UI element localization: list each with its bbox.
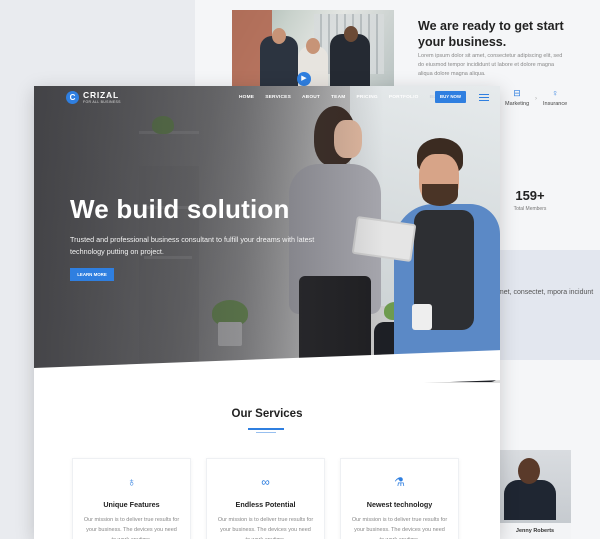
hero-section: C CRIZAL FOR ALL BUSINESS HOME SERVICES … [34, 86, 500, 383]
play-icon[interactable]: ▶ [297, 72, 311, 86]
service-description: Our mission is to deliver true results f… [351, 517, 448, 539]
service-description: Our mission is to deliver true results f… [217, 517, 314, 539]
buy-now-button[interactable]: BUY NOW [435, 91, 466, 103]
briefcase-icon: ⊟ [513, 88, 521, 98]
title-underline-secondary [256, 432, 276, 433]
logo-icon: C [66, 91, 79, 104]
service-card-endless-potential[interactable]: ∞ Endless Potential Our mission is to de… [206, 458, 325, 539]
service-name: Endless Potential [235, 500, 296, 509]
stat-label: Total Members [513, 206, 547, 212]
background-paragraph: Lorem ipsum dolor sit amet, consectetur … [418, 53, 563, 77]
band-text: amet, consectet, mpora incidunt [494, 289, 594, 296]
service-name: Newest technology [366, 500, 433, 509]
lightbulb-icon: ♀ [551, 88, 559, 98]
arrow-right-icon: › [535, 96, 537, 102]
background-heading: We are ready to get start your business. [418, 19, 564, 49]
team-photo [232, 10, 394, 86]
learn-more-button[interactable]: LEARN MORE [70, 268, 114, 281]
hamburger-menu-icon[interactable] [479, 94, 489, 101]
award-icon: ♁ [127, 475, 136, 489]
stat-total-members: 159+ Total Members [505, 188, 555, 212]
nav-pricing[interactable]: PRICING [356, 95, 377, 100]
feature-marketing: ⊟ Marketing [505, 88, 530, 107]
brand-name: CRIZAL [83, 90, 119, 100]
infinity-icon: ∞ [261, 475, 270, 489]
feature-insurance: ♀ Insurance [543, 88, 568, 107]
nav-about[interactable]: ABOUT [302, 95, 320, 100]
team-member-name: Jenny Roberts [499, 523, 571, 539]
team-member-card[interactable]: Jenny Roberts [499, 450, 571, 539]
hero-title: We build solution [70, 194, 290, 224]
service-card-unique-features[interactable]: ♁ Unique Features Our mission is to deli… [72, 458, 191, 539]
brand-tagline: FOR ALL BUSINESS [83, 99, 121, 104]
service-description: Our mission is to deliver true results f… [83, 517, 180, 539]
nav-home[interactable]: HOME [239, 95, 254, 100]
navbar: C CRIZAL FOR ALL BUSINESS HOME SERVICES … [34, 86, 500, 110]
nav-services[interactable]: SERVICES [265, 95, 291, 100]
service-card-newest-technology[interactable]: ⚗ Newest technology Our mission is to de… [340, 458, 459, 539]
nav-portfolio[interactable]: PORTFOLIO [389, 95, 419, 100]
title-underline [248, 428, 284, 430]
stat-value: 159+ [515, 188, 545, 203]
nav-menu: HOME SERVICES ABOUT TEAM PRICING PORTFOL… [239, 95, 455, 100]
hero-subtitle: Trusted and professional business consul… [70, 235, 315, 256]
service-name: Unique Features [103, 500, 160, 509]
website-preview-card: C CRIZAL FOR ALL BUSINESS HOME SERVICES … [34, 86, 500, 539]
flask-icon: ⚗ [394, 475, 405, 489]
nav-team[interactable]: TEAM [331, 95, 345, 100]
logo[interactable]: C CRIZAL FOR ALL BUSINESS [66, 91, 121, 104]
services-title: Our Services [231, 408, 303, 420]
